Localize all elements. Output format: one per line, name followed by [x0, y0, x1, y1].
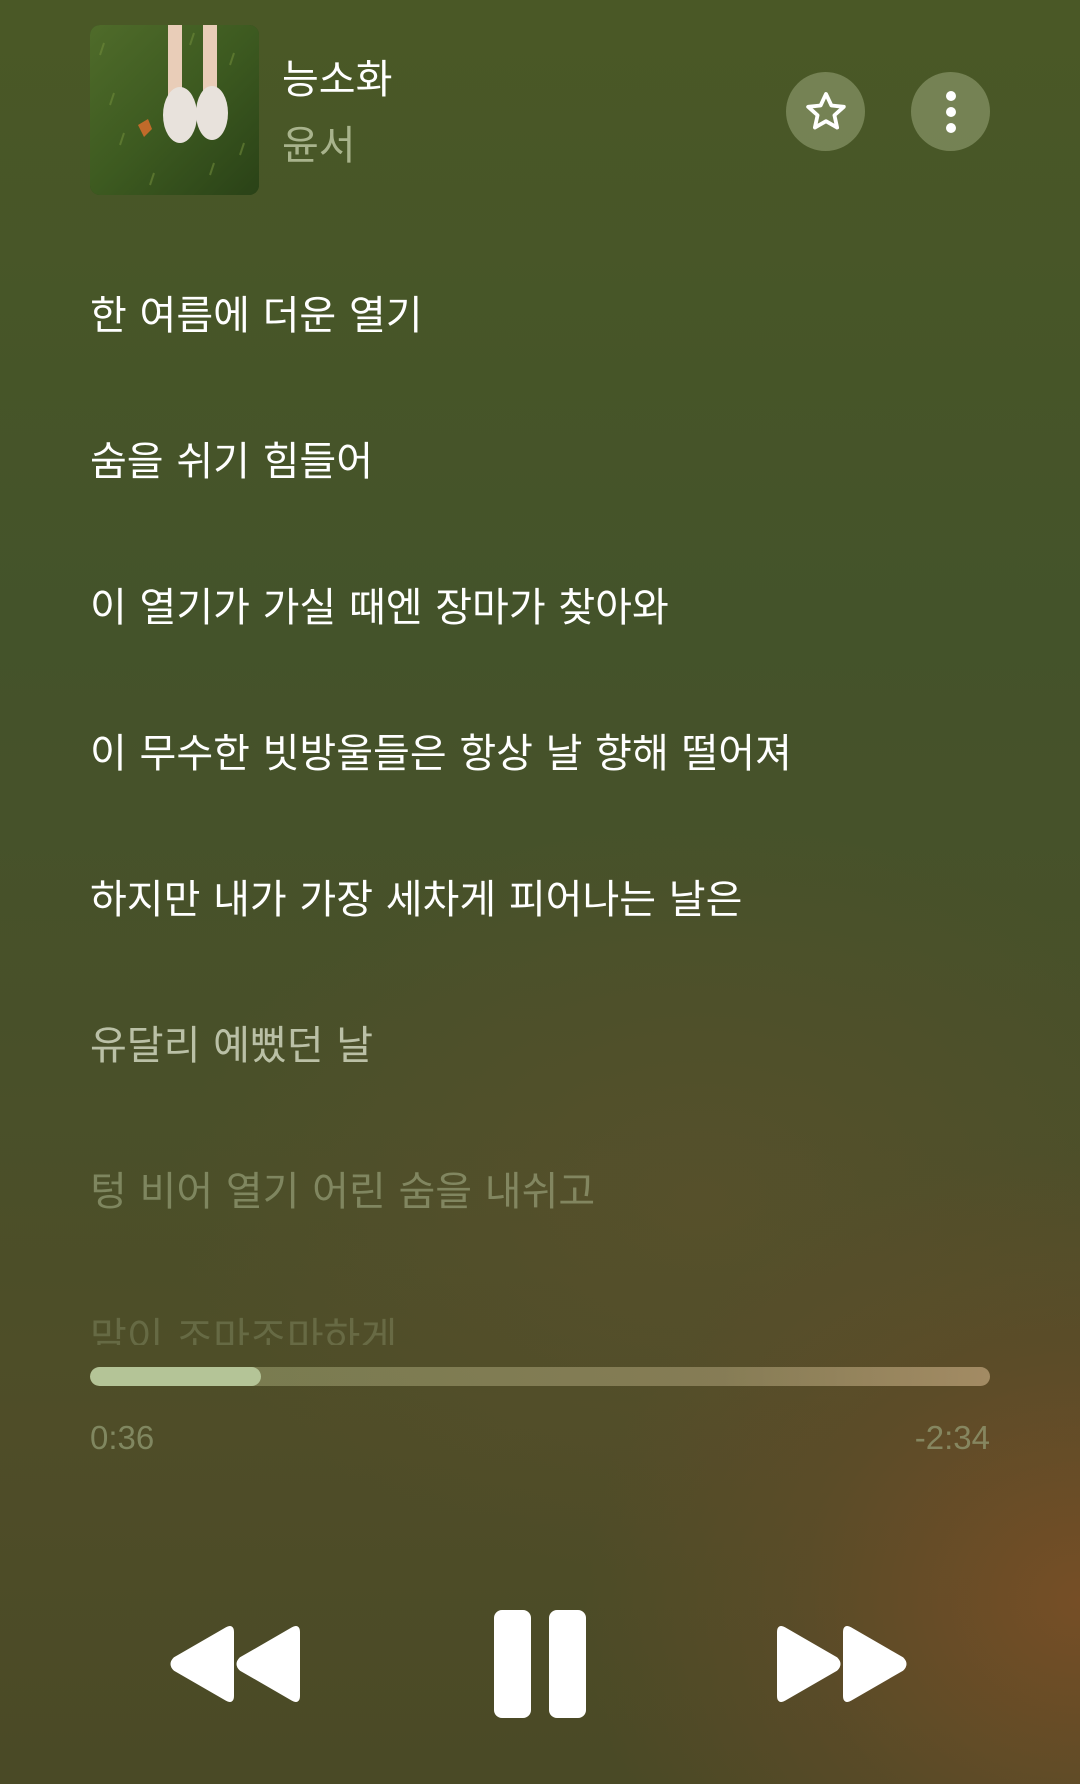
playback-progress-fill	[90, 1367, 261, 1386]
lyrics-panel[interactable]: 한 여름에 더운 열기 숨을 쉬기 힘들어 이 열기가 가실 때엔 장마가 찾아…	[90, 0, 990, 1345]
lyric-line[interactable]: 이 열기가 가실 때엔 장마가 찾아와	[90, 575, 669, 633]
playback-scrubber[interactable]	[90, 1367, 990, 1386]
elapsed-time: 0:36	[90, 1419, 155, 1456]
pause-icon	[494, 1610, 586, 1718]
rewind-icon	[170, 1626, 300, 1702]
lyric-line[interactable]: 한 여름에 더운 열기	[90, 283, 423, 341]
lyric-line[interactable]: 숨을 쉬기 힘들어	[90, 429, 373, 487]
fast-forward-icon	[777, 1626, 907, 1702]
fast-forward-button[interactable]	[775, 1626, 907, 1706]
remaining-time: -2:34	[914, 1419, 990, 1456]
lyric-line[interactable]: 유달리 예뻤던 날	[90, 1013, 373, 1071]
lyric-line[interactable]: 맘이 조마조마하게	[90, 1305, 397, 1345]
rewind-button[interactable]	[170, 1626, 302, 1706]
lyric-line[interactable]: 하지만 내가 가장 세차게 피어나는 날은	[90, 867, 742, 925]
lyric-line[interactable]: 텅 비어 열기 어린 숨을 내쉬고	[90, 1159, 595, 1217]
lyric-line[interactable]: 이 무수한 빗방울들은 항상 날 향해 떨어져	[90, 721, 792, 779]
pause-button[interactable]	[492, 1608, 588, 1724]
